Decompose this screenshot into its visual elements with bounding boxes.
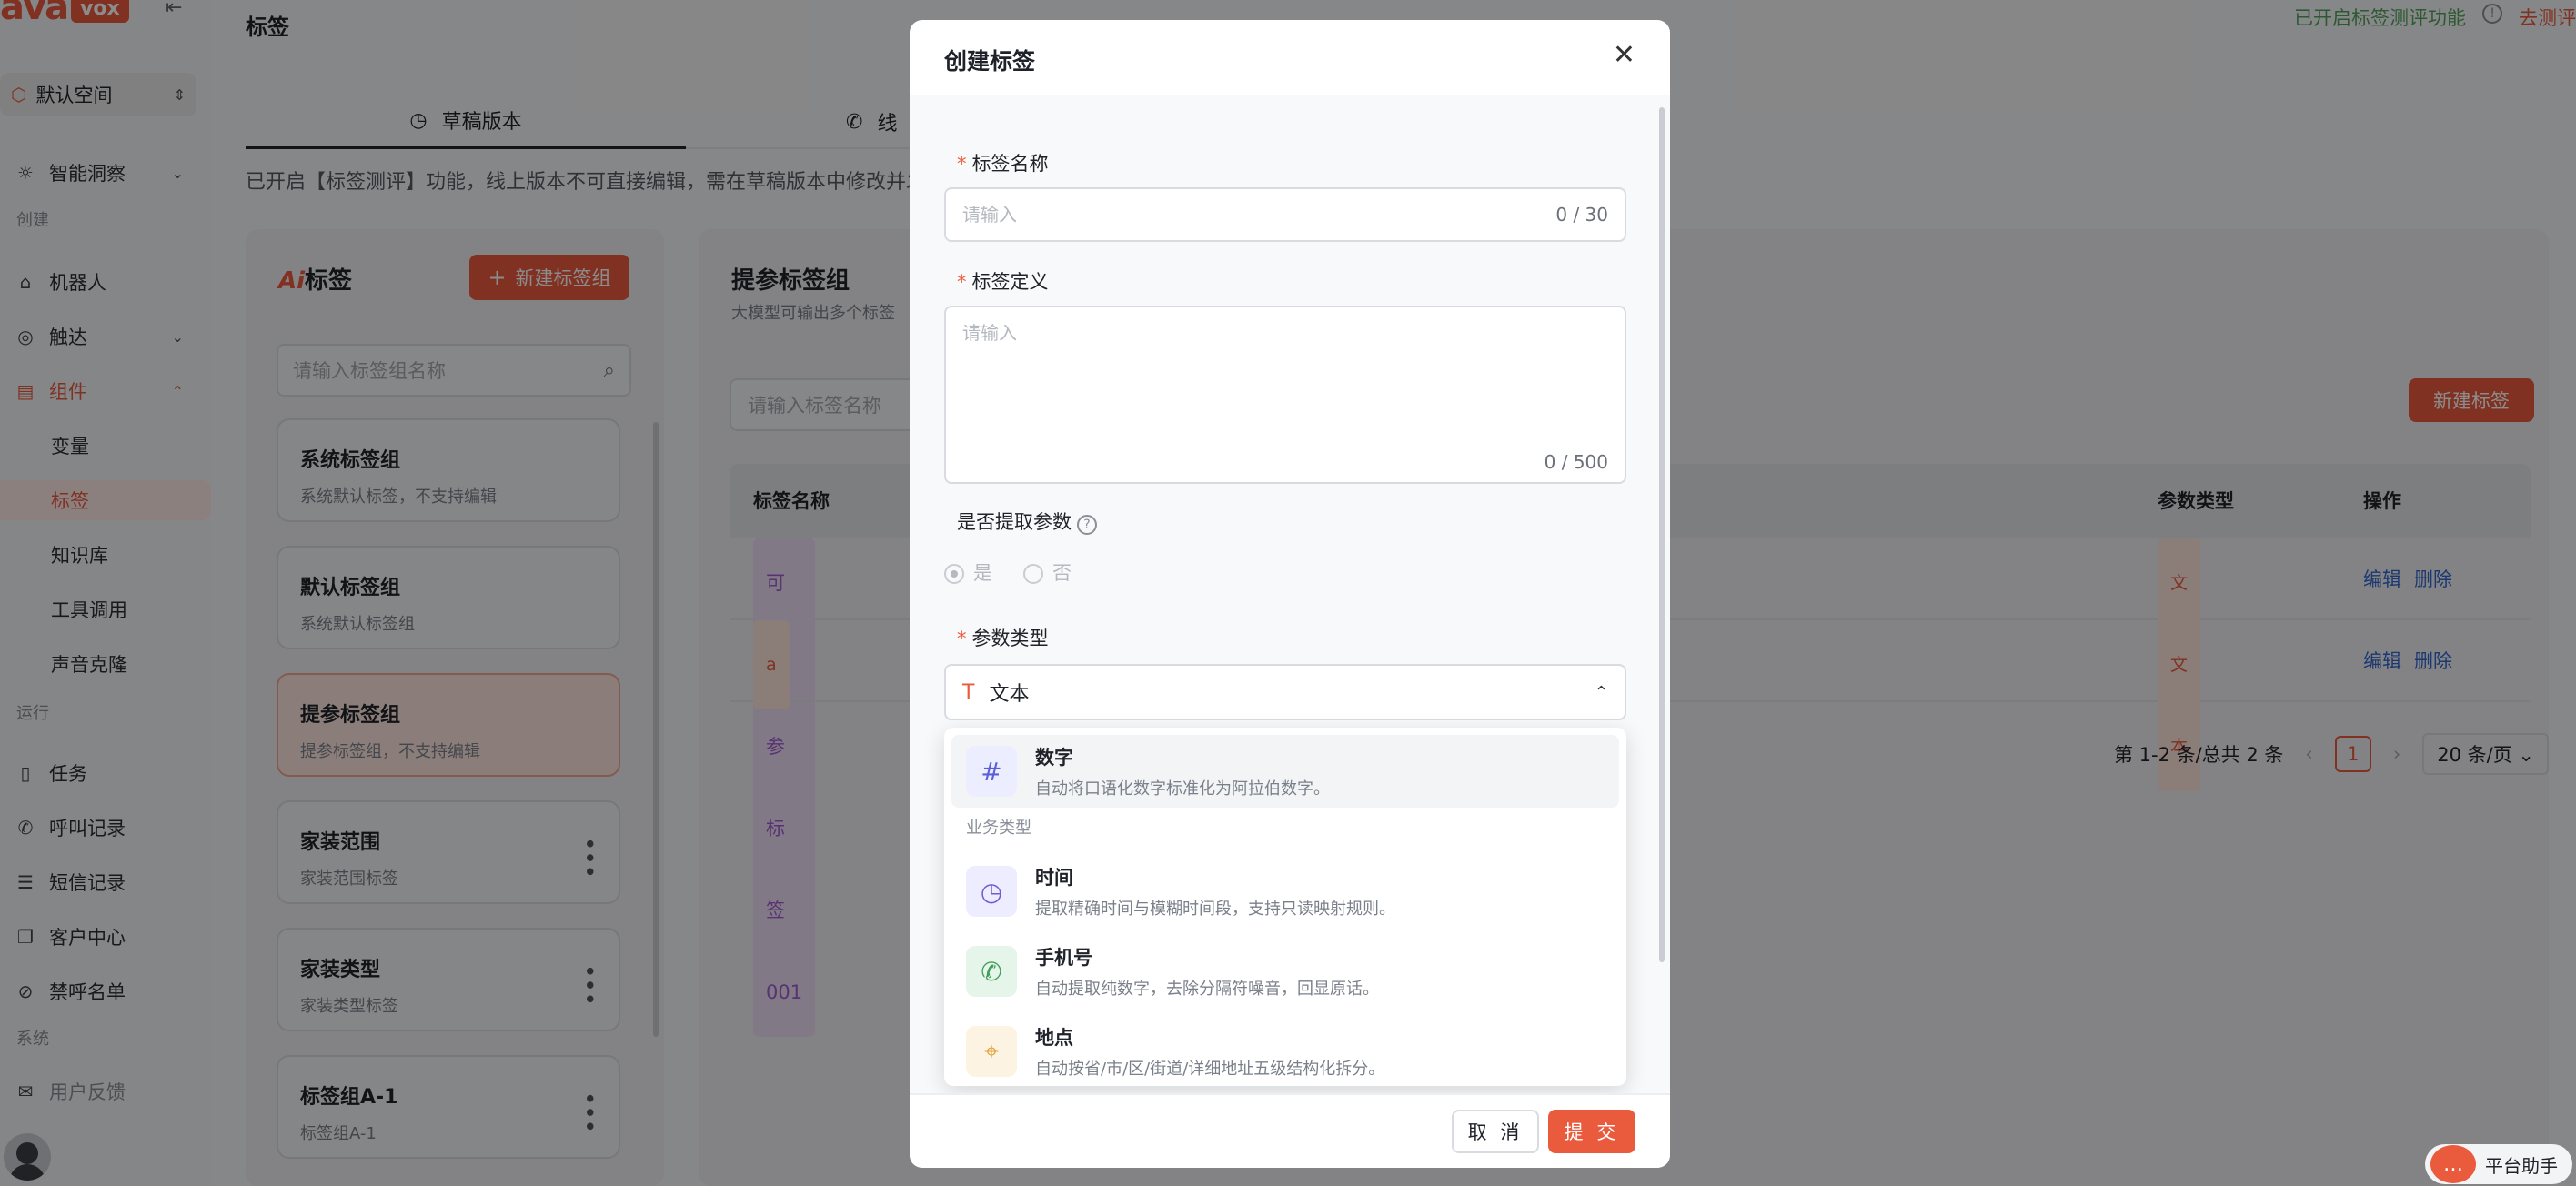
tag-def-counter: 0 / 500 <box>1544 451 1608 473</box>
option-desc: 自动按省/市/区/街道/详细地址五级结构化拆分。 <box>1035 1060 1385 1079</box>
close-icon[interactable]: ✕ <box>1613 42 1635 69</box>
text-type-icon: T <box>962 680 975 704</box>
option-title: 数字 <box>1035 747 1073 769</box>
dialog-title: 创建标签 <box>944 48 1036 75</box>
option-phone[interactable]: ✆ 手机号 自动提取纯数字，去除分隔符噪音，回显原话。 <box>951 935 1619 1008</box>
radio-yes[interactable]: 是 <box>944 558 992 586</box>
chevron-up-icon: ⌃ <box>1594 682 1608 702</box>
dialog-body: * 标签名称 请输入 0 / 30 * 标签定义 请输入 0 / 500 是否提取参… <box>910 95 1670 1113</box>
cancel-button[interactable]: 取 消 <box>1452 1110 1539 1153</box>
param-type-value: 文本 <box>989 683 1030 706</box>
dialog-footer: 取 消 提 交 <box>910 1093 1670 1168</box>
business-type-group-label: 业务类型 <box>966 819 1031 838</box>
extract-label-text: 是否提取参数 <box>957 511 1072 533</box>
clock-icon: ◷ <box>966 866 1017 917</box>
param-type-label-text: 参数类型 <box>971 628 1049 649</box>
tag-def-label: * 标签定义 <box>957 267 1049 295</box>
tag-name-placeholder: 请输入 <box>962 204 1017 226</box>
location-pin-icon: ⌖ <box>966 1026 1017 1077</box>
tag-def-placeholder: 请输入 <box>962 322 1017 344</box>
help-icon[interactable]: ? <box>1077 515 1097 535</box>
radio-no-dot <box>1023 564 1043 584</box>
option-number[interactable]: # 数字 自动将口语化数字标准化为阿拉伯数字。 <box>951 735 1619 808</box>
tag-name-counter: 0 / 30 <box>1555 204 1608 226</box>
option-title: 手机号 <box>1035 947 1092 969</box>
option-title: 时间 <box>1035 867 1073 889</box>
tag-def-textarea[interactable]: 请输入 0 / 500 <box>944 306 1626 484</box>
assistant-button[interactable]: … 平台助手 <box>2425 1144 2572 1184</box>
submit-button[interactable]: 提 交 <box>1548 1110 1635 1153</box>
param-type-dropdown: # 数字 自动将口语化数字标准化为阿拉伯数字。 业务类型 ◷ 时间 提取精确时间… <box>944 728 1626 1086</box>
chat-bubble-icon: … <box>2430 1145 2476 1183</box>
hash-icon: # <box>966 746 1017 797</box>
radio-no[interactable]: 否 <box>1023 558 1072 586</box>
dialog-scrollbar[interactable] <box>1659 107 1665 962</box>
option-desc: 自动提取纯数字，去除分隔符噪音，回显原话。 <box>1035 980 1379 999</box>
option-location[interactable]: ⌖ 地点 自动按省/市/区/街道/详细地址五级结构化拆分。 <box>951 1015 1619 1086</box>
required-mark: * <box>957 153 967 175</box>
assistant-label: 平台助手 <box>2485 1154 2558 1177</box>
radio-yes-dot <box>944 564 964 584</box>
option-desc: 提取精确时间与模糊时间段，支持只读映射规则。 <box>1035 900 1395 919</box>
create-tag-dialog: 创建标签 ✕ * 标签名称 请输入 0 / 30 * 标签定义 请输入 0 / 50… <box>910 20 1670 1168</box>
radio-no-label: 否 <box>1052 562 1072 584</box>
required-mark: * <box>957 628 967 649</box>
extract-radio-group: 是 否 <box>944 558 1072 586</box>
required-mark: * <box>957 271 967 293</box>
tag-def-label-text: 标签定义 <box>971 271 1049 293</box>
extract-label: 是否提取参数? <box>957 508 1097 535</box>
param-type-label: * 参数类型 <box>957 624 1049 651</box>
tag-name-label: * 标签名称 <box>957 149 1049 176</box>
tag-name-input[interactable]: 请输入 0 / 30 <box>944 187 1626 242</box>
tag-name-label-text: 标签名称 <box>971 153 1049 175</box>
option-title: 地点 <box>1035 1027 1073 1049</box>
option-time[interactable]: ◷ 时间 提取精确时间与模糊时间段，支持只读映射规则。 <box>951 855 1619 928</box>
option-desc: 自动将口语化数字标准化为阿拉伯数字。 <box>1035 779 1330 799</box>
radio-yes-label: 是 <box>973 562 992 584</box>
phone-icon: ✆ <box>966 946 1017 997</box>
param-type-select[interactable]: T 文本 ⌃ <box>944 664 1626 720</box>
